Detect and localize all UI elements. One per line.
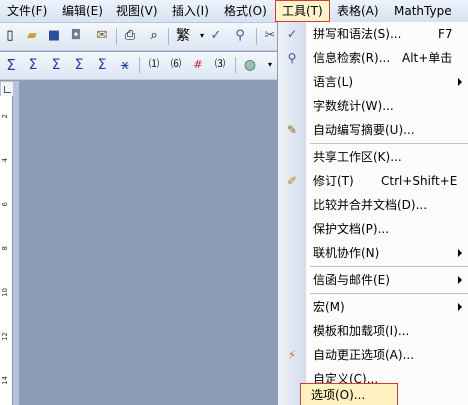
email-icon[interactable]: ✉ (94, 28, 110, 44)
globe-icon[interactable]: ◍ (242, 57, 258, 73)
vertical-ruler: 2 4 6 8 10 12 14 (0, 96, 13, 405)
tools-menu: ✓ 拼写和语法(S)... F7 ⚲ 信息检索(R)... Alt+单击 语言(… (277, 22, 468, 405)
toolbar-separator (256, 28, 257, 45)
track-changes-icon: ✐ (286, 174, 298, 188)
sigma-box-3-icon[interactable]: Σ (71, 57, 87, 73)
autosummarize-icon: ✎ (286, 123, 298, 137)
toolbar-separator (116, 28, 117, 45)
new-document-icon[interactable]: ▯ (2, 28, 18, 44)
menu-item-language[interactable]: 语言(L) (278, 70, 468, 94)
ruler-tick: 10 (1, 288, 9, 297)
menu-item-templates-addins[interactable]: 模板和加载项(I)... (278, 319, 468, 343)
menu-item-protect-document[interactable]: 保护文档(P)... (278, 217, 468, 241)
sigma-box-2-icon[interactable]: Σ (48, 57, 64, 73)
dropdown-arrow-icon[interactable]: ▾ (262, 57, 278, 73)
menu-mathtype[interactable]: MathType (394, 2, 452, 20)
menu-item-label: 修订(T) (313, 174, 354, 188)
permission-icon[interactable]: ◘ (68, 28, 84, 44)
numbering-3-icon[interactable]: ⑶ (212, 57, 228, 73)
spelling-icon[interactable]: ✓ (208, 28, 224, 44)
submenu-arrow-icon (458, 78, 462, 86)
print-preview-icon[interactable]: ⌕ (146, 28, 162, 44)
ruler-tick: 12 (1, 332, 9, 341)
cut-icon[interactable]: ✂ (262, 28, 278, 44)
menu-format[interactable]: 格式(O) (224, 2, 267, 20)
menu-separator (310, 143, 468, 144)
menu-separator (310, 266, 468, 267)
strike-number-icon[interactable]: # (190, 57, 206, 73)
ruler-tick: 8 (1, 246, 9, 251)
menu-item-label: 保护文档(P)... (313, 222, 390, 236)
numbering-1-icon[interactable]: ⑴ (146, 57, 162, 73)
menu-item-label: 共享工作区(K)... (313, 150, 402, 164)
sigma-icon[interactable]: Σ (3, 57, 19, 73)
ruler-tick: 2 (1, 114, 9, 119)
sigma-box-icon[interactable]: Σ (25, 57, 41, 73)
menu-separator (310, 293, 468, 294)
menu-item-shortcut: Ctrl+Shift+E (381, 174, 458, 188)
ruler-tick: 6 (1, 202, 9, 207)
standard-toolbar: ▯ ▰ ■ ◘ ✉ ⎙ ⌕ 繁 ▾ ✓ ⚲ ✂ (0, 23, 280, 51)
toolbar-separator (139, 57, 140, 74)
toolbar-separator (235, 57, 236, 74)
toolbar-separator (168, 28, 169, 45)
menu-item-autosummarize[interactable]: ✎ 自动编写摘要(U)... (278, 118, 468, 142)
menu-item-compare-merge[interactable]: 比较并合并文档(D)... (278, 193, 468, 217)
sigma-underline-icon[interactable]: Σ (94, 57, 110, 73)
menu-item-online-collaboration[interactable]: 联机协作(N) (278, 241, 468, 265)
menu-bar: 文件(F) 编辑(E) 视图(V) 插入(I) 格式(O) 工具(T) 表格(A… (0, 0, 468, 23)
spelling-icon: ✓ (286, 27, 298, 41)
research-icon[interactable]: ⚲ (232, 28, 248, 44)
menu-item-word-count[interactable]: 字数统计(W)... (278, 94, 468, 118)
menu-file[interactable]: 文件(F) (7, 2, 47, 20)
print-icon[interactable]: ⎙ (122, 28, 138, 44)
math-toolbar: Σ Σ Σ Σ Σ x̶ ⑴ ⑹ # ⑶ ◍ ▾ (0, 52, 280, 80)
menu-item-track-changes[interactable]: ✐ 修订(T) Ctrl+Shift+E (278, 169, 468, 193)
menu-item-shared-workspace[interactable]: 共享工作区(K)... (278, 145, 468, 169)
menu-item-label: 信息检索(R)... (313, 51, 391, 65)
menu-table[interactable]: 表格(A) (337, 2, 379, 20)
menu-insert[interactable]: 插入(I) (172, 2, 209, 20)
document-area[interactable] (19, 81, 277, 405)
menu-item-macro[interactable]: 宏(M) (278, 295, 468, 319)
menu-view[interactable]: 视图(V) (116, 2, 158, 20)
ruler-tick: 4 (1, 158, 9, 163)
autocorrect-icon: ⚡ (287, 348, 297, 362)
menu-item-label: 语言(L) (313, 75, 354, 89)
menu-item-shortcut: F7 (438, 27, 453, 41)
menu-item-autocorrect[interactable]: ⚡ 自动更正选项(A)... (278, 343, 468, 367)
numbering-2-icon[interactable]: ⑹ (168, 57, 184, 73)
ruler-tab-selector[interactable] (0, 81, 14, 97)
menu-item-label: 联机协作(N) (313, 246, 380, 260)
submenu-arrow-icon (458, 249, 462, 257)
ruler-tick: 14 (1, 376, 9, 385)
research-icon: ⚲ (287, 51, 297, 65)
menu-item-label: 信函与邮件(E) (313, 273, 390, 287)
submenu-arrow-icon (458, 303, 462, 311)
menu-item-label: 选项(O)... (311, 388, 366, 402)
menu-item-letters-mailings[interactable]: 信函与邮件(E) (278, 268, 468, 292)
menu-edit[interactable]: 编辑(E) (62, 2, 103, 20)
open-folder-icon[interactable]: ▰ (24, 28, 40, 44)
menu-item-research[interactable]: ⚲ 信息检索(R)... Alt+单击 (278, 46, 468, 70)
menu-item-spelling[interactable]: ✓ 拼写和语法(S)... F7 (278, 22, 468, 46)
menu-item-label: 比较并合并文档(D)... (313, 198, 428, 212)
save-icon[interactable]: ■ (46, 28, 62, 44)
submenu-arrow-icon (458, 276, 462, 284)
menu-item-label: 拼写和语法(S)... (313, 27, 402, 41)
menu-tools[interactable]: 工具(T) (275, 0, 330, 22)
menu-item-label: 模板和加载项(I)... (313, 324, 410, 338)
menu-item-label: 自动编写摘要(U)... (313, 123, 415, 137)
menu-item-shortcut: Alt+单击 (402, 51, 453, 65)
menu-item-label: 字数统计(W)... (313, 99, 394, 113)
traditional-chinese-button[interactable]: 繁 (175, 28, 191, 44)
menu-item-label: 宏(M) (313, 300, 345, 314)
menu-item-options[interactable]: 选项(O)... (300, 383, 398, 405)
crossed-text-icon[interactable]: x̶ (117, 57, 133, 73)
menu-item-label: 自动更正选项(A)... (313, 348, 415, 362)
